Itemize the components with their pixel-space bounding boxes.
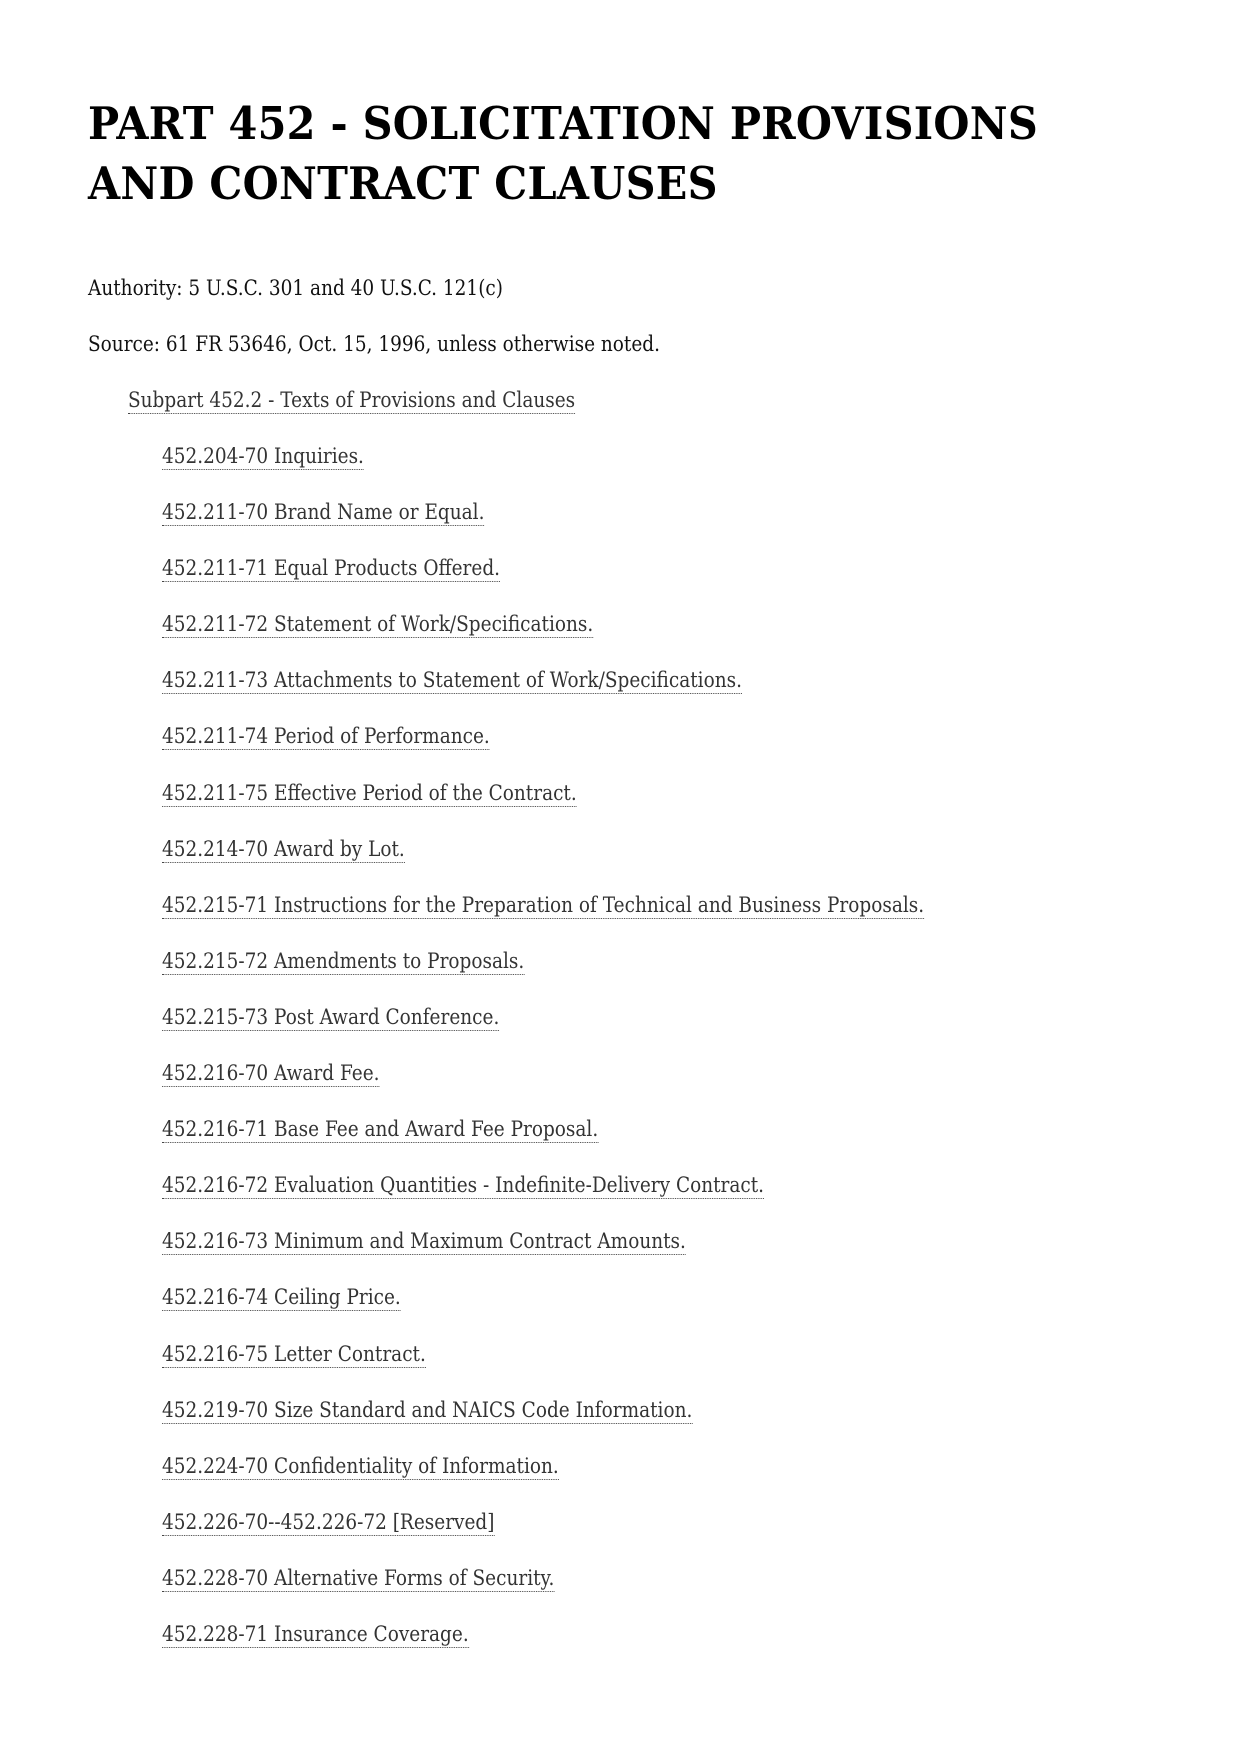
list-item: 452.204-70 Inquiries. [162, 442, 924, 498]
section-link[interactable]: 452.216-74 Ceiling Price. [162, 1285, 401, 1312]
list-item: 452.216-70 Award Fee. [162, 1059, 924, 1115]
section-link[interactable]: 452.211-71 Equal Products Offered. [162, 556, 501, 583]
section-link[interactable]: 452.215-72 Amendments to Proposals. [162, 948, 525, 975]
section-link[interactable]: 452.224-70 Confidentiality of Informatio… [162, 1453, 559, 1480]
list-item: 452.215-72 Amendments to Proposals. [162, 947, 924, 1003]
section-link[interactable]: 452.211-75 Effective Period of the Contr… [162, 780, 577, 807]
list-item: 452.216-74 Ceiling Price. [162, 1283, 924, 1339]
list-item: 452.211-75 Effective Period of the Contr… [162, 779, 924, 835]
page-title: PART 452 - SOLICITATION PROVISIONS AND C… [88, 97, 1039, 210]
list-item: 452.219-70 Size Standard and NAICS Code … [162, 1396, 924, 1452]
section-link[interactable]: 452.228-71 Insurance Coverage. [162, 1621, 469, 1648]
section-link[interactable]: 452.211-73 Attachments to Statement of W… [162, 668, 742, 695]
section-link[interactable]: 452.228-70 Alternative Forms of Security… [162, 1565, 555, 1592]
section-link[interactable]: 452.219-70 Size Standard and NAICS Code … [162, 1397, 693, 1424]
list-item: 452.226-70--452.226-72 [Reserved] [162, 1508, 924, 1564]
list-item: 452.211-73 Attachments to Statement of W… [162, 666, 924, 722]
section-link[interactable]: 452.216-70 Award Fee. [162, 1061, 380, 1088]
list-item: 452.216-71 Base Fee and Award Fee Propos… [162, 1115, 924, 1171]
section-list: 452.204-70 Inquiries. 452.211-70 Brand N… [162, 442, 1028, 1676]
section-link[interactable]: 452.214-70 Award by Lot. [162, 836, 405, 863]
list-item: 452.216-75 Letter Contract. [162, 1340, 924, 1396]
subpart-link[interactable]: Subpart 452.2 - Texts of Provisions and … [128, 388, 576, 414]
list-item: 452.216-73 Minimum and Maximum Contract … [162, 1227, 924, 1283]
section-link[interactable]: 452.215-73 Post Award Conference. [162, 1004, 500, 1031]
list-item: 452.211-74 Period of Performance. [162, 722, 924, 778]
list-item: 452.224-70 Confidentiality of Informatio… [162, 1452, 924, 1508]
list-item: 452.214-70 Award by Lot. [162, 835, 924, 891]
section-link[interactable]: 452.204-70 Inquiries. [162, 444, 364, 470]
list-item: 452.211-71 Equal Products Offered. [162, 554, 924, 610]
source-line: Source: 61 FR 53646, Oct. 15, 1996, unle… [88, 332, 660, 356]
section-link[interactable]: 452.211-72 Statement of Work/Specificati… [162, 612, 594, 639]
subpart-heading: Subpart 452.2 - Texts of Provisions and … [128, 386, 576, 414]
list-item: 452.216-72 Evaluation Quantities - Indef… [162, 1171, 924, 1227]
section-link[interactable]: 452.226-70--452.226-72 [Reserved] [162, 1509, 495, 1536]
list-item: 452.228-70 Alternative Forms of Security… [162, 1564, 924, 1620]
section-link[interactable]: 452.216-71 Base Fee and Award Fee Propos… [162, 1117, 599, 1144]
section-link[interactable]: 452.216-75 Letter Contract. [162, 1341, 426, 1368]
list-item: 452.215-71 Instructions for the Preparat… [162, 891, 925, 947]
list-item: 452.211-70 Brand Name or Equal. [162, 498, 924, 554]
section-link[interactable]: 452.211-74 Period of Performance. [162, 724, 490, 751]
list-item: 452.215-73 Post Award Conference. [162, 1003, 924, 1059]
authority-line: Authority: 5 U.S.C. 301 and 40 U.S.C. 12… [88, 276, 503, 300]
section-link[interactable]: 452.211-70 Brand Name or Equal. [162, 500, 485, 527]
list-item: 452.228-71 Insurance Coverage. [162, 1620, 924, 1676]
list-item: 452.211-72 Statement of Work/Specificati… [162, 610, 924, 666]
section-link[interactable]: 452.216-73 Minimum and Maximum Contract … [162, 1229, 686, 1256]
section-link[interactable]: 452.215-71 Instructions for the Preparat… [162, 892, 925, 919]
section-link[interactable]: 452.216-72 Evaluation Quantities - Indef… [162, 1173, 765, 1200]
